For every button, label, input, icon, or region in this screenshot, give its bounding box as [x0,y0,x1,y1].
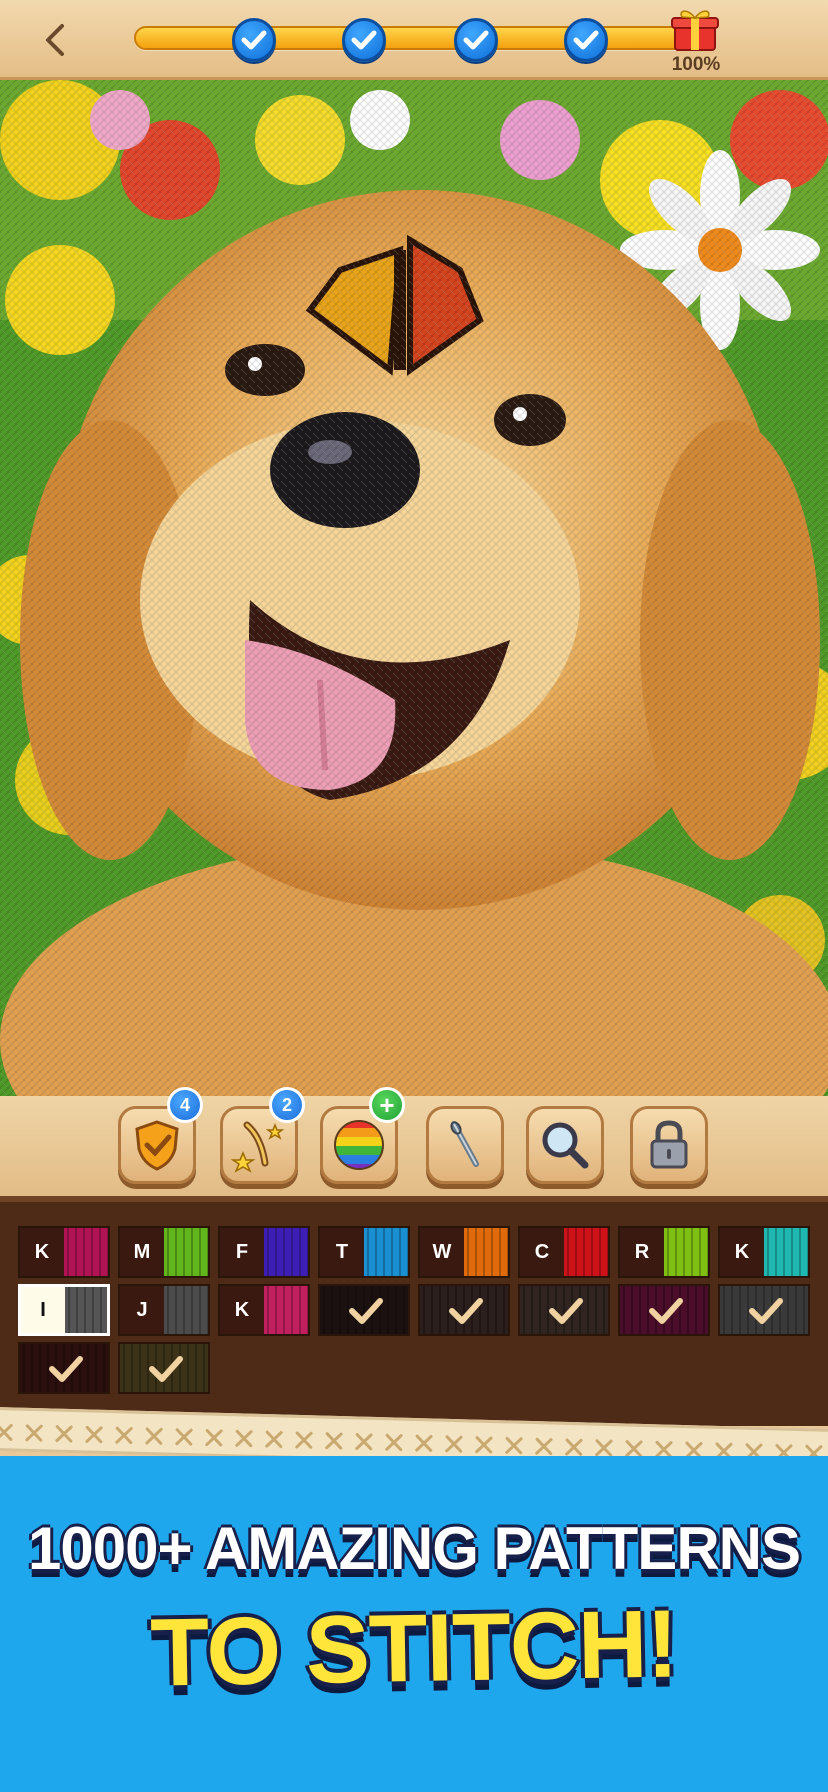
thread-swatch-completed[interactable] [18,1342,110,1394]
thread-color [164,1228,208,1276]
thread-swatch-completed[interactable] [618,1284,710,1336]
add-colors-plus-icon[interactable]: + [369,1087,405,1123]
magnifier-tool-button[interactable] [526,1106,604,1184]
checkpoint-check-icon [232,18,276,62]
checkpoint-check-icon [342,18,386,62]
tool-bar: 4 2 + [0,1087,828,1196]
swatch-code: K [20,1228,64,1276]
thread-swatch[interactable]: J [118,1284,210,1336]
completed-check-icon [649,1298,683,1324]
back-arrow-icon[interactable] [38,20,72,60]
banner-headline: 1000+ AMAZING PATTERNS [27,1515,801,1582]
thread-palette: K M F T W C R K I J K [0,1196,828,1426]
swatch-code: J [120,1286,164,1334]
color-ball-icon [334,1120,384,1170]
swatch-code: I [21,1287,65,1333]
promo-banner: 1000+ AMAZING PATTERNS TO STITCH! [0,1456,828,1792]
shield-count-badge: 4 [167,1087,203,1123]
thread-swatch[interactable]: M [118,1226,210,1278]
completed-check-icon [49,1356,83,1382]
banner-subheadline: TO STITCH! [149,1590,679,1707]
thread-color [64,1228,108,1276]
thread-swatch-completed[interactable] [418,1284,510,1336]
gift-box-icon[interactable] [670,6,720,52]
completed-check-icon [449,1298,483,1324]
magic-wand-tool-button[interactable]: 2 [220,1087,305,1184]
cross-stitch-picture [0,80,828,1096]
thread-swatch-completed[interactable] [718,1284,810,1336]
magnifier-icon [542,1122,589,1169]
swatch-code: F [220,1228,264,1276]
progress-bar [134,18,694,62]
thread-swatch-completed[interactable] [318,1284,410,1336]
lock-icon [650,1120,688,1169]
thread-swatch[interactable]: W [418,1226,510,1278]
thread-swatch-completed[interactable] [518,1284,610,1336]
progress-percent-label: 100% [671,54,721,75]
magic-wand-icon [231,1121,285,1173]
swatch-code: K [720,1228,764,1276]
thread-color [664,1228,708,1276]
thread-swatch[interactable]: T [318,1226,410,1278]
thread-swatch[interactable]: K [18,1226,110,1278]
progress-fill [136,28,692,48]
thread-color [264,1286,308,1334]
stitch-canvas[interactable] [0,80,828,1096]
completed-check-icon [549,1298,583,1324]
thread-swatch[interactable]: F [218,1226,310,1278]
needle-icon [450,1121,479,1167]
swatch-code: M [120,1228,164,1276]
top-bar: 100% [0,0,828,80]
swatch-code: K [220,1286,264,1334]
lock-tool-button[interactable] [630,1106,708,1184]
thread-swatch[interactable]: K [718,1226,810,1278]
completed-check-icon [149,1356,183,1382]
thread-swatch[interactable]: C [518,1226,610,1278]
thread-color [164,1286,208,1334]
thread-color [65,1287,107,1333]
thread-swatch-completed[interactable] [118,1342,210,1394]
checkpoint-check-icon [454,18,498,62]
completed-check-icon [349,1298,383,1324]
swatch-code: R [620,1228,664,1276]
thread-swatch[interactable]: R [618,1226,710,1278]
needle-tool-button[interactable] [426,1106,504,1184]
swatch-code: W [420,1228,464,1276]
thread-color [264,1228,308,1276]
thread-swatch-selected[interactable]: I [18,1284,110,1336]
color-ball-tool-button[interactable]: + [320,1087,405,1184]
swatch-code: C [520,1228,564,1276]
thread-swatch[interactable]: K [218,1284,310,1336]
thread-color [464,1228,508,1276]
swatch-code: T [320,1228,364,1276]
thread-color [564,1228,608,1276]
thread-color [764,1228,808,1276]
shield-icon [135,1120,179,1171]
magic-wand-count-badge: 2 [269,1087,305,1123]
completed-check-icon [749,1298,783,1324]
thread-color [364,1228,408,1276]
shield-tool-button[interactable]: 4 [118,1087,203,1184]
checkpoint-check-icon [564,18,608,62]
